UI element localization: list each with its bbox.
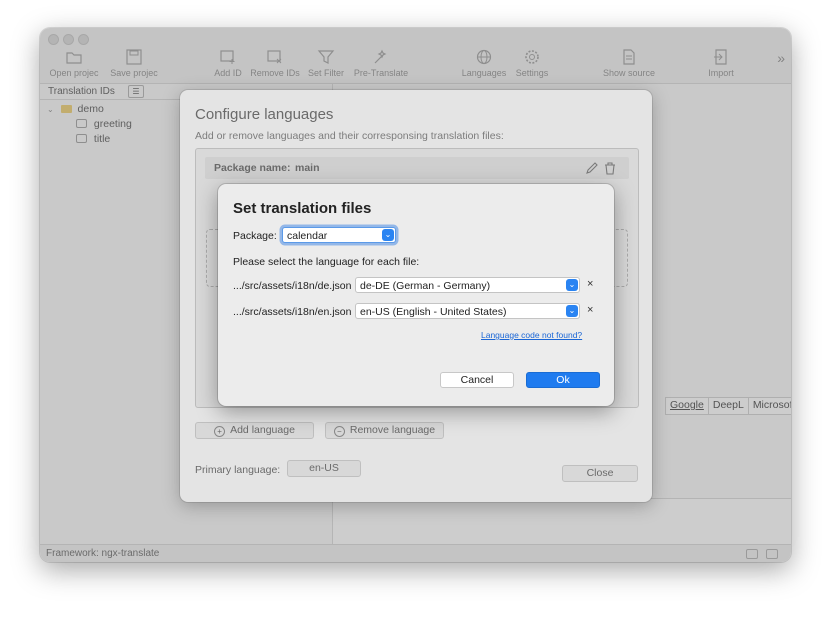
chevron-down-icon[interactable]: ⌄ xyxy=(566,305,578,317)
file-path-de: .../src/assets/i18n/de.json xyxy=(233,280,352,292)
file-language-instruction: Please select the language for each file… xyxy=(233,256,420,268)
primary-language-select[interactable]: en-US xyxy=(287,460,361,477)
package-select-value: calendar xyxy=(287,230,328,242)
config-dialog-title: Configure languages xyxy=(195,106,334,123)
primary-language-label: Primary language: xyxy=(195,464,281,476)
config-dialog-subtitle: Add or remove languages and their corres… xyxy=(195,130,504,142)
clear-language-de-button[interactable]: × xyxy=(587,278,593,290)
close-button[interactable]: Close xyxy=(562,465,638,482)
language-select-en[interactable]: en-US (English - United States) ⌄ xyxy=(355,303,580,319)
pencil-icon[interactable] xyxy=(585,161,599,175)
package-name-value: main xyxy=(295,162,320,174)
set-translation-files-dialog: Set translation files Package: calendar … xyxy=(218,184,614,406)
package-name-label: Package name: xyxy=(214,162,291,174)
remove-language-button[interactable]: − Remove language xyxy=(325,422,444,439)
plus-icon: + xyxy=(214,426,226,437)
clear-language-en-button[interactable]: × xyxy=(587,304,593,316)
trash-icon[interactable] xyxy=(603,161,617,175)
language-select-value: en-US (English - United States) xyxy=(360,306,507,318)
modal-title: Set translation files xyxy=(233,200,372,217)
package-header: Package name: main xyxy=(205,157,629,179)
cancel-button[interactable]: Cancel xyxy=(440,372,514,388)
language-select-de[interactable]: de-DE (German - Germany) ⌄ xyxy=(355,277,580,293)
ok-button[interactable]: Ok xyxy=(526,372,600,388)
add-language-button[interactable]: + Add language xyxy=(195,422,314,439)
package-label: Package: xyxy=(233,230,277,242)
package-select[interactable]: calendar ⌄ xyxy=(282,227,396,243)
chevron-down-icon[interactable]: ⌄ xyxy=(566,279,578,291)
minus-icon: − xyxy=(333,426,345,437)
chevron-down-icon[interactable]: ⌄ xyxy=(382,229,394,241)
file-path-en: .../src/assets/i18n/en.json xyxy=(233,306,352,318)
language-select-value: de-DE (German - Germany) xyxy=(360,280,491,292)
language-code-not-found-link[interactable]: Language code not found? xyxy=(481,330,582,340)
